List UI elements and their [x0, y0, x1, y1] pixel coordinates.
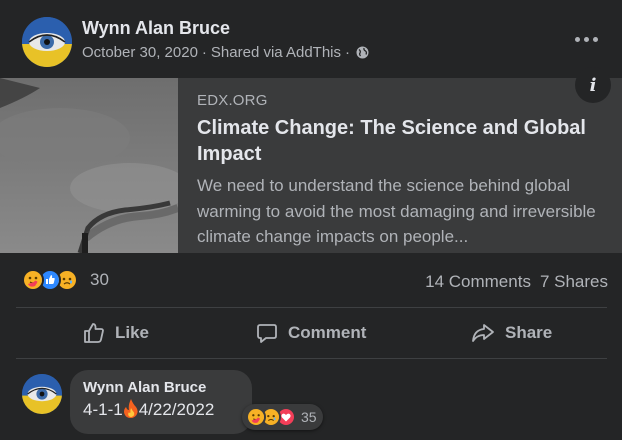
shares-count[interactable]: 7 Shares	[540, 272, 608, 292]
link-preview[interactable]: EDX.ORG Climate Change: The Science and …	[0, 78, 622, 253]
comment-reaction-count: 35	[301, 409, 317, 425]
post-author-name[interactable]: Wynn Alan Bruce	[82, 18, 230, 39]
meta-separator-2: ·	[345, 44, 350, 61]
comment-author[interactable]: Wynn Alan Bruce	[83, 379, 239, 396]
more-options-icon[interactable]	[568, 26, 604, 52]
comment-text-part-1: 4-1-1	[83, 400, 123, 419]
post-meta: October 30, 2020 · Shared via AddThis ·	[82, 44, 369, 61]
link-description: We need to understand the science behind…	[197, 176, 596, 246]
like-icon	[83, 322, 105, 344]
info-icon[interactable]: i	[575, 67, 611, 103]
divider	[16, 307, 607, 308]
shared-via-text: Shared via AddThis	[210, 44, 341, 61]
comments-count[interactable]: 14 Comments	[425, 272, 531, 292]
comment-text: 4-1-1 4/22/2022	[83, 399, 239, 423]
meta-separator: ·	[201, 44, 207, 61]
globe-icon[interactable]	[356, 46, 369, 59]
share-icon	[471, 322, 495, 344]
link-domain: EDX.ORG	[197, 92, 268, 109]
comment-label: Comment	[288, 323, 367, 342]
author-avatar[interactable]	[22, 17, 72, 67]
fire-emoji-icon	[123, 399, 139, 423]
commenter-avatar[interactable]	[22, 374, 62, 414]
link-preview-text: EDX.ORG Climate Change: The Science and …	[197, 92, 612, 249]
link-preview-image	[0, 78, 178, 253]
reaction-count[interactable]: 30	[90, 270, 109, 290]
post-card: Wynn Alan Bruce October 30, 2020 · Share…	[0, 0, 622, 440]
reactions-summary[interactable]: 30	[22, 269, 109, 291]
comment-icon	[256, 322, 278, 344]
like-button[interactable]: Like	[83, 311, 149, 355]
comment-button[interactable]: Comment	[256, 311, 366, 355]
care-reaction-icon	[246, 407, 266, 427]
share-label: Share	[505, 323, 553, 342]
care-reaction-icon	[22, 269, 44, 291]
link-title[interactable]: Climate Change: The Science and Global I…	[197, 115, 612, 167]
like-label: Like	[115, 323, 150, 342]
divider	[16, 358, 607, 359]
post-date[interactable]: October 30, 2020	[82, 44, 198, 61]
comment-text-part-2: 4/22/2022	[138, 400, 215, 419]
comment-reactions[interactable]: 35	[242, 404, 323, 430]
share-button[interactable]: Share	[471, 311, 552, 355]
comment-bubble: Wynn Alan Bruce 4-1-1 4/22/2022	[70, 370, 252, 434]
engagement-counts: 14 Comments 7 Shares	[425, 272, 608, 292]
